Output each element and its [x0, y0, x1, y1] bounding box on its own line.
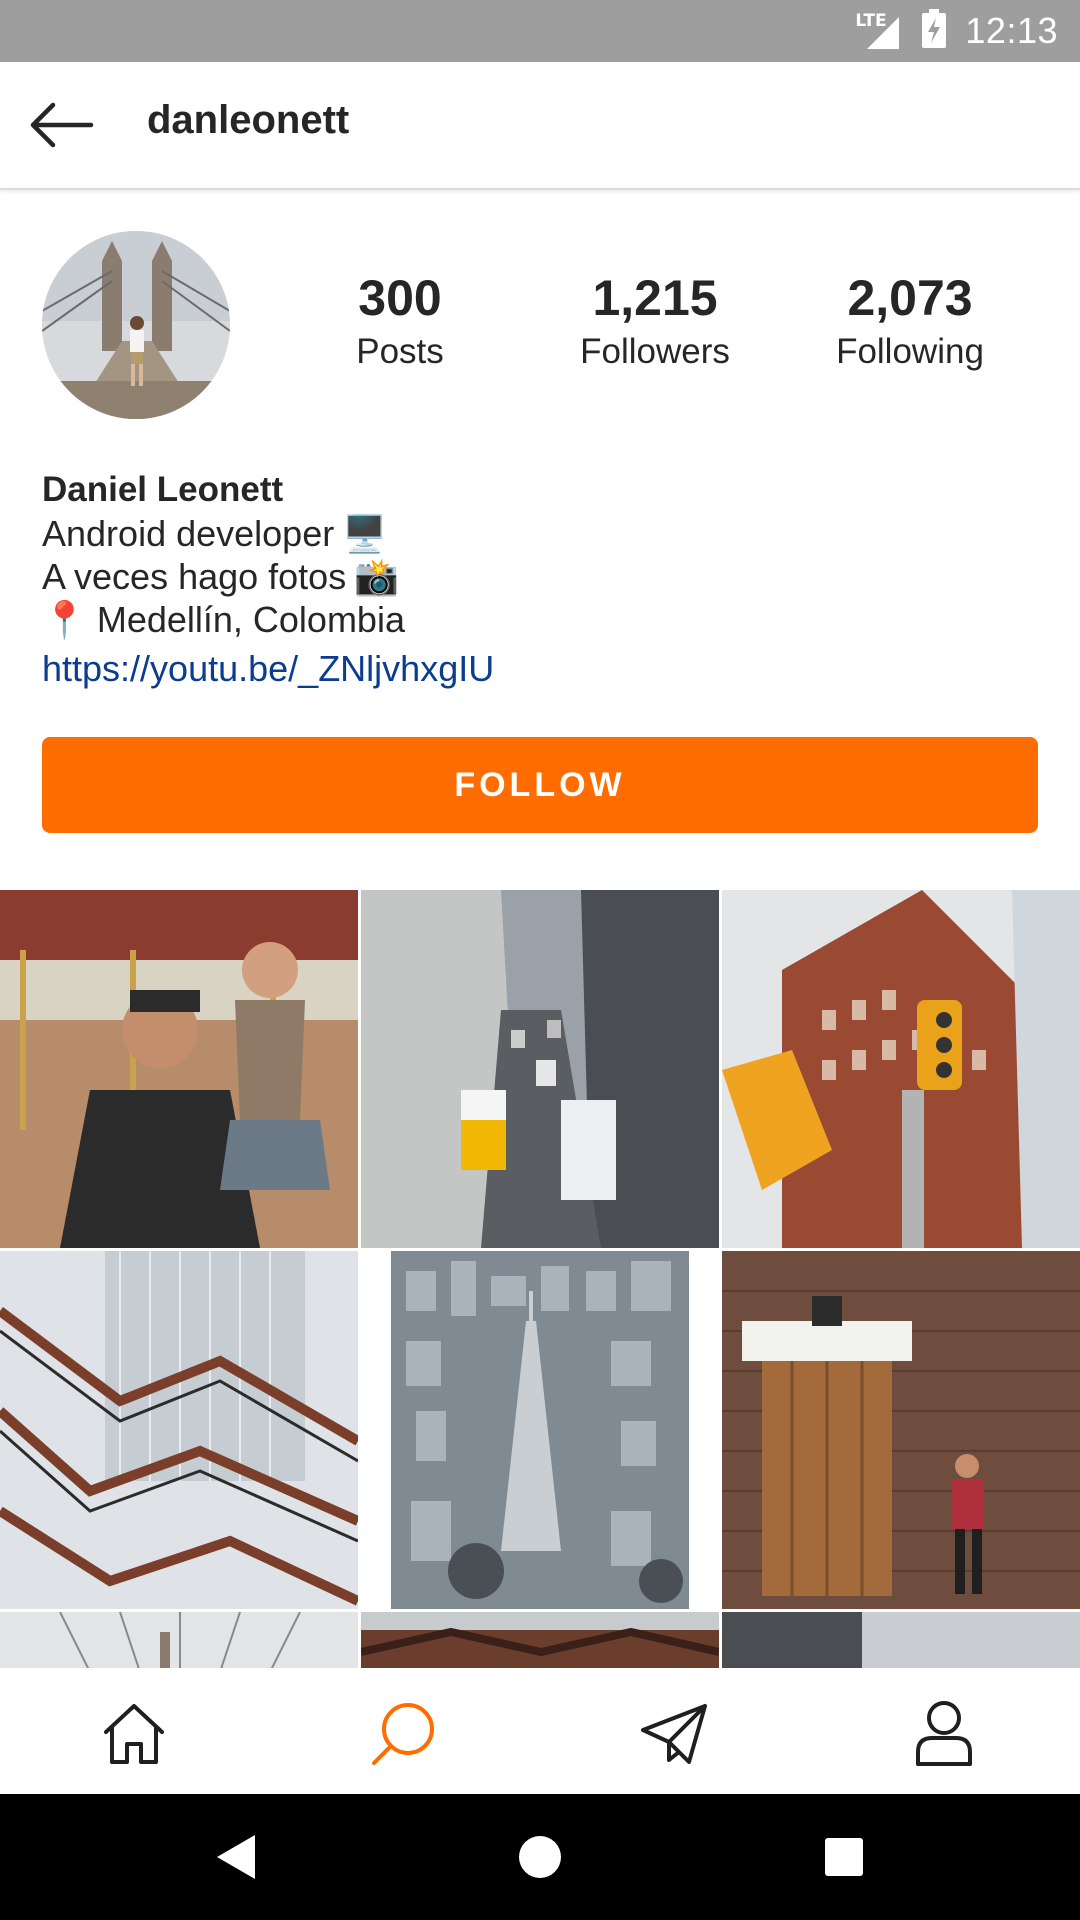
bio-line: A veces hago fotos 📸	[42, 555, 1042, 598]
bottom-navigation	[0, 1668, 1080, 1794]
profile-bio: Daniel Leonett Android developer 🖥️ A ve…	[42, 468, 1042, 693]
nav-profile[interactable]	[894, 1684, 994, 1784]
camera-emoji-icon: 📸	[354, 556, 400, 597]
battery-charging-icon	[921, 8, 947, 54]
direct-message-icon	[641, 1704, 707, 1764]
empire-state-aerial-photo[interactable]	[361, 1251, 719, 1609]
stat-posts[interactable]: 300 Posts	[290, 268, 510, 372]
stat-label: Posts	[356, 332, 444, 371]
pin-emoji-icon: 📍	[42, 599, 87, 640]
stat-label: Followers	[580, 332, 730, 371]
wooden-door-brick-wall-photo[interactable]	[722, 1251, 1080, 1609]
traffic-light-building-photo[interactable]	[722, 890, 1080, 1248]
search-icon	[372, 1703, 434, 1765]
nav-direct[interactable]	[624, 1684, 724, 1784]
follow-button[interactable]: FOLLOW	[42, 737, 1038, 833]
nav-search[interactable]	[353, 1684, 453, 1784]
system-navigation-bar	[0, 1794, 1080, 1920]
profile-name: Daniel Leonett	[42, 470, 284, 509]
vessel-staircase-photo[interactable]	[0, 1251, 358, 1609]
back-button[interactable]	[22, 90, 102, 160]
bridge-photo[interactable]	[0, 1612, 358, 1670]
page-title: danleonett	[147, 98, 350, 142]
carousel-selfie-photo[interactable]	[0, 890, 358, 1248]
bio-line: 📍 Medellín, Colombia	[42, 598, 1042, 641]
stat-value: 2,073	[847, 270, 973, 326]
back-triangle-icon	[217, 1835, 255, 1879]
bio-text: A veces hago fotos	[42, 556, 347, 597]
lte-signal-icon: LTE	[855, 11, 903, 51]
storefront-photo[interactable]	[722, 1612, 1080, 1670]
bio-text: Android developer	[42, 513, 335, 554]
status-icons: LTE 12:13	[855, 0, 1058, 62]
bio-line: Android developer 🖥️	[42, 512, 1042, 555]
system-recents-button[interactable]	[814, 1827, 874, 1887]
bio-text: Medellín, Colombia	[96, 599, 405, 640]
vessel-interior-photo[interactable]	[361, 1612, 719, 1670]
home-circle-icon	[519, 1836, 561, 1878]
stat-label: Following	[836, 332, 984, 371]
status-bar: LTE 12:13	[0, 0, 1080, 62]
profile-icon	[916, 1701, 972, 1766]
app-bar: danleonett	[0, 62, 1080, 190]
bio-link[interactable]: https://youtu.be/_ZNljvhxgIU	[42, 645, 1042, 693]
photo-grid	[0, 890, 1080, 1670]
stat-value: 300	[358, 270, 442, 326]
arrow-back-icon	[30, 102, 94, 148]
stat-followers[interactable]: 1,215 Followers	[545, 268, 765, 372]
nav-home[interactable]	[84, 1684, 184, 1784]
recents-square-icon	[825, 1838, 863, 1876]
system-home-button[interactable]	[510, 1827, 570, 1887]
home-icon	[104, 1704, 164, 1764]
avatar[interactable]	[42, 231, 230, 419]
stat-following[interactable]: 2,073 Following	[800, 268, 1020, 372]
street-traffic-photo[interactable]	[361, 890, 719, 1248]
computer-emoji-icon: 🖥️	[342, 513, 388, 554]
stat-value: 1,215	[592, 270, 718, 326]
status-time: 12:13	[965, 10, 1058, 51]
system-back-button[interactable]	[206, 1827, 266, 1887]
